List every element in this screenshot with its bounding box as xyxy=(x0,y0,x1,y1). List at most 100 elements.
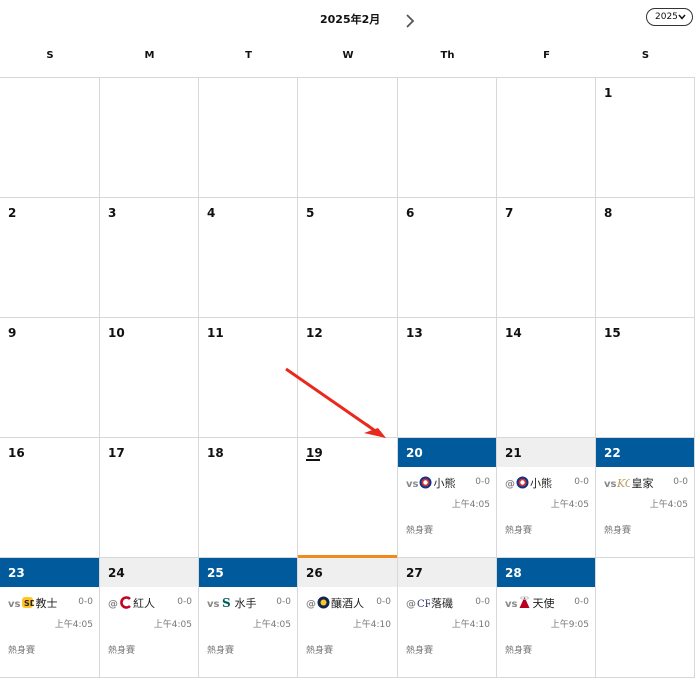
matchup-prefix: vs xyxy=(8,599,21,610)
matchup[interactable]: vs 小熊 xyxy=(406,475,455,491)
day-cell-25[interactable]: 25 vs S 水手 0-0 上午4:05 熱身賽 xyxy=(199,558,298,678)
matchup[interactable]: @ 紅人 xyxy=(108,595,155,611)
empty-day-cell xyxy=(298,78,398,198)
day-cell-1: 1 xyxy=(596,78,695,198)
matchup[interactable]: vsKC皇家 xyxy=(604,475,653,491)
day-cell-28[interactable]: 28 vs 天使 0-0 上午9:05 熱身賽 xyxy=(497,558,596,678)
day-number: 8 xyxy=(604,206,613,220)
today-underline xyxy=(306,459,320,461)
day-cell-13: 13 xyxy=(398,318,497,438)
matchup[interactable]: vs SD 教士 xyxy=(8,595,57,611)
day-cell-3: 3 xyxy=(100,198,199,318)
weekday-label: S xyxy=(46,50,54,61)
empty-day-cell xyxy=(199,78,298,198)
opponent-name: 紅人 xyxy=(133,597,155,610)
series-record: 0-0 xyxy=(574,597,589,607)
game-time: 上午4:05 xyxy=(153,620,192,630)
opponent-name: 落磯 xyxy=(431,597,453,610)
game-time: 上午9:05 xyxy=(550,620,589,630)
game-type: 熱身賽 xyxy=(306,646,334,656)
matchup[interactable]: @ 小熊 xyxy=(505,475,552,491)
matchup[interactable]: vs S 水手 xyxy=(207,595,256,611)
day-number: 14 xyxy=(505,326,522,340)
day-cell-7: 7 xyxy=(497,198,596,318)
day-number: 25 xyxy=(207,566,224,580)
day-number: 10 xyxy=(108,326,125,340)
day-number: 12 xyxy=(306,326,323,340)
game-entry[interactable]: vs 天使 0-0 上午9:05 熱身賽 xyxy=(497,587,595,677)
day-cell-24[interactable]: 24 @ 紅人 0-0 上午4:05 熱身賽 xyxy=(100,558,199,678)
year-select-value: 2025 xyxy=(655,12,678,22)
day-cell-20[interactable]: 20 vs 小熊 0-0 上午4:05 熱身賽 xyxy=(398,438,497,558)
matchup[interactable]: @ CR 落磯 xyxy=(406,595,453,611)
empty-day-cell xyxy=(497,78,596,198)
day-cell-22[interactable]: 22 vsKC皇家 0-0 上午4:05 熱身賽 xyxy=(596,438,695,558)
day-cell-17: 17 xyxy=(100,438,199,558)
matchup-prefix: @ xyxy=(406,599,416,610)
game-entry[interactable]: vs 小熊 0-0 上午4:05 熱身賽 xyxy=(398,467,496,557)
game-entry[interactable]: @ 紅人 0-0 上午4:05 熱身賽 xyxy=(100,587,198,677)
day-number: 6 xyxy=(406,206,415,220)
day-cell-8: 8 xyxy=(596,198,695,318)
matchup-prefix: @ xyxy=(306,599,316,610)
opponent-name: 教士 xyxy=(35,597,58,610)
svg-text:CR: CR xyxy=(417,599,430,609)
game-entry[interactable]: @ 小熊 0-0 上午4:05 熱身賽 xyxy=(497,467,595,557)
matchup-prefix: vs xyxy=(604,479,617,490)
day-cell-27[interactable]: 27 @ CR 落磯 0-0 上午4:10 熱身賽 xyxy=(398,558,497,678)
matchup[interactable]: vs 天使 xyxy=(505,595,554,611)
series-record: 0-0 xyxy=(276,597,291,607)
day-cell-9: 9 xyxy=(0,318,100,438)
day-number: 3 xyxy=(108,206,117,220)
svg-text:SD: SD xyxy=(24,599,34,608)
game-entry[interactable]: vs S 水手 0-0 上午4:05 熱身賽 xyxy=(199,587,297,677)
game-entry[interactable]: vs SD 教士 0-0 上午4:05 熱身賽 xyxy=(0,587,99,677)
game-entry[interactable]: @ CR 落磯 0-0 上午4:10 熱身賽 xyxy=(398,587,496,677)
series-record: 0-0 xyxy=(574,477,589,487)
empty-day-cell xyxy=(100,78,199,198)
day-number: 19 xyxy=(306,446,323,460)
day-number: 1 xyxy=(604,86,613,100)
series-record: 0-0 xyxy=(376,597,391,607)
day-number: 5 xyxy=(306,206,315,220)
day-cell-5: 5 xyxy=(298,198,398,318)
chevron-right-icon xyxy=(406,14,415,28)
series-record: 0-0 xyxy=(475,477,490,487)
day-number: 22 xyxy=(604,446,621,460)
weekday-label: T xyxy=(245,50,252,61)
weekday-label: M xyxy=(144,50,155,61)
month-title: 2025年2月 xyxy=(320,13,381,26)
game-entry[interactable]: vsKC皇家 0-0 上午4:05 熱身賽 xyxy=(596,467,694,557)
game-type: 熱身賽 xyxy=(406,526,434,536)
day-cell-6: 6 xyxy=(398,198,497,318)
opponent-name: 釀酒人 xyxy=(331,597,364,610)
day-number: 17 xyxy=(108,446,125,460)
year-select[interactable]: 2025 xyxy=(646,8,693,26)
game-time: 上午4:05 xyxy=(451,500,490,510)
game-entry[interactable]: @ 釀酒人 0-0 上午4:10 熱身賽 xyxy=(298,587,397,677)
day-cell-14: 14 xyxy=(497,318,596,438)
next-month-button[interactable] xyxy=(401,11,419,31)
cubs-logo-icon xyxy=(419,476,432,489)
annotation-arrow-icon xyxy=(285,367,386,438)
day-number: 16 xyxy=(8,446,25,460)
day-number: 28 xyxy=(505,566,522,580)
day-number: 26 xyxy=(306,566,323,580)
matchup[interactable]: @ 釀酒人 xyxy=(306,595,364,611)
day-cell-26[interactable]: 26 @ 釀酒人 0-0 上午4:10 熱身賽 xyxy=(298,558,398,678)
game-time: 上午4:05 xyxy=(550,500,589,510)
matchup-prefix: vs xyxy=(406,479,419,490)
series-record: 0-0 xyxy=(177,597,192,607)
brewers-logo-icon xyxy=(317,596,330,609)
day-cell-19: 19 xyxy=(298,438,398,558)
day-number: 23 xyxy=(8,566,25,580)
empty-day-cell xyxy=(596,558,695,678)
series-record: 0-0 xyxy=(78,597,93,607)
opponent-name: 天使 xyxy=(532,597,555,610)
day-cell-23[interactable]: 23 vs SD 教士 0-0 上午4:05 熱身賽 xyxy=(0,558,100,678)
chevron-down-icon xyxy=(678,14,686,20)
game-time: 上午4:10 xyxy=(451,620,490,630)
svg-text:S: S xyxy=(222,596,231,609)
day-cell-4: 4 xyxy=(199,198,298,318)
day-cell-21[interactable]: 21 @ 小熊 0-0 上午4:05 熱身賽 xyxy=(497,438,596,558)
